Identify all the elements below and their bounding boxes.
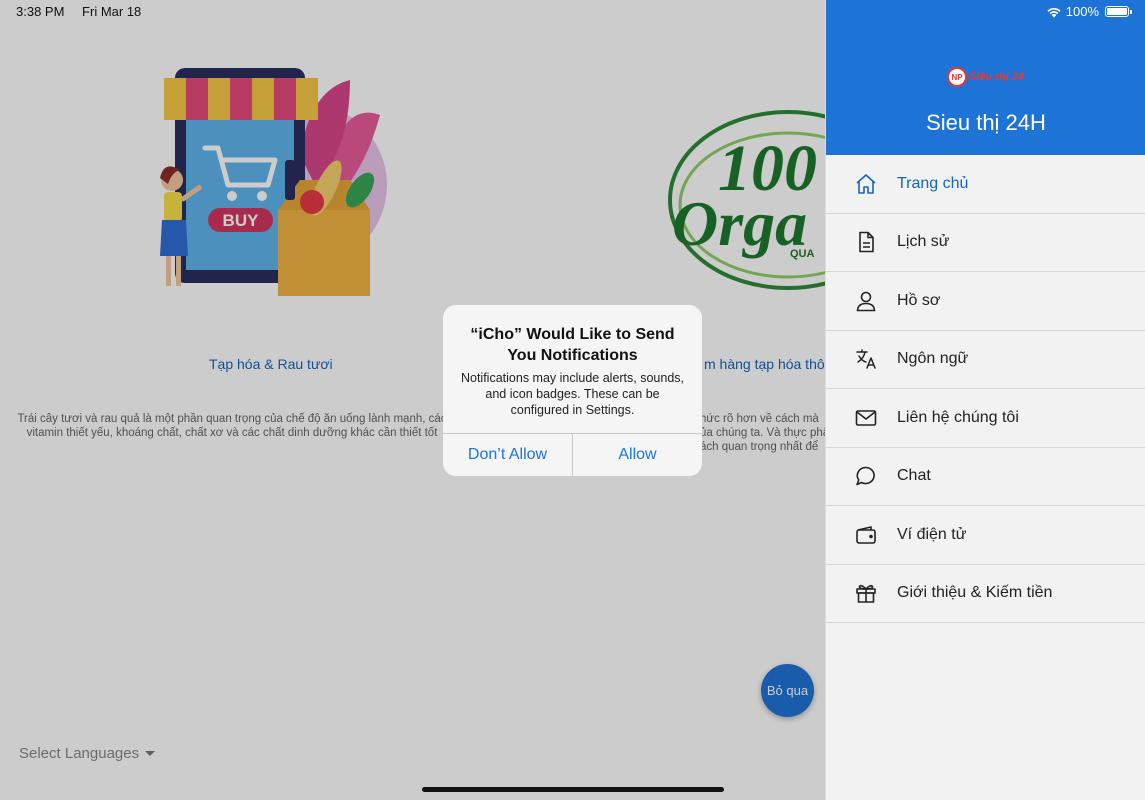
drawer-logo-text: Siêu thị 24 (969, 71, 1025, 83)
mail-icon (854, 406, 878, 430)
menu-item-label: Giới thiệu & Kiếm tiền (897, 584, 1053, 602)
status-left: 3:38 PM Fri Mar 18 (16, 4, 155, 19)
alert-title: “iCho” Would Like to Send You Notificati… (470, 326, 675, 364)
status-date: Fri Mar 18 (82, 4, 142, 19)
menu-item-profile[interactable]: Hồ sơ (826, 272, 1145, 331)
menu-item-contact[interactable]: Liên hệ chúng tôi (826, 389, 1145, 448)
drawer-logo: NP Siêu thị 24 (947, 66, 1025, 88)
menu-item-label: Ngôn ngữ (897, 350, 969, 368)
allow-button[interactable]: Allow (572, 434, 702, 476)
gift-icon (854, 581, 878, 605)
notification-permission-alert: “iCho” Would Like to Send You Notificati… (443, 305, 702, 476)
dont-allow-button[interactable]: Don’t Allow (443, 434, 572, 476)
menu-item-label: Trang chủ (897, 174, 969, 192)
translate-icon (854, 347, 878, 371)
menu-item-label: Liên hệ chúng tôi (897, 408, 1019, 426)
user-icon (854, 289, 878, 313)
wifi-icon (1047, 7, 1061, 17)
battery-icon (1105, 6, 1132, 17)
logo-mark-icon: NP (947, 67, 967, 87)
alert-actions: Don’t Allow Allow (443, 433, 702, 476)
drawer-title: Sieu thị 24H (926, 110, 1046, 135)
menu-item-label: Chat (897, 467, 931, 485)
menu-item-label: Hồ sơ (897, 291, 941, 309)
menu-item-wallet[interactable]: Ví điện tử (826, 506, 1145, 565)
chat-icon (854, 464, 878, 488)
drawer-menu: Trang chủ Lịch sử Hồ sơ Ngôn ngữ Liên hệ… (826, 155, 1145, 623)
alert-message: Notifications may include alerts, sounds… (460, 371, 685, 417)
menu-item-history[interactable]: Lịch sử (826, 214, 1145, 272)
menu-item-label: Lịch sử (897, 233, 950, 251)
menu-item-home[interactable]: Trang chủ (826, 155, 1145, 214)
home-icon (854, 172, 878, 196)
menu-item-language[interactable]: Ngôn ngữ (826, 331, 1145, 389)
status-right: 100% (1046, 4, 1132, 19)
menu-item-referral[interactable]: Giới thiệu & Kiếm tiền (826, 565, 1145, 623)
home-indicator[interactable] (422, 787, 724, 792)
menu-item-label: Ví điện tử (897, 525, 967, 543)
wallet-icon (854, 523, 878, 547)
side-drawer: NP Siêu thị 24 Sieu thị 24H Trang chủ Lị… (825, 0, 1145, 800)
menu-item-chat[interactable]: Chat (826, 448, 1145, 506)
status-time: 3:38 PM (16, 4, 65, 19)
battery-percent: 100% (1065, 4, 1099, 19)
document-icon (854, 230, 878, 254)
status-bar: 3:38 PM Fri Mar 18 100% (0, 0, 1145, 24)
